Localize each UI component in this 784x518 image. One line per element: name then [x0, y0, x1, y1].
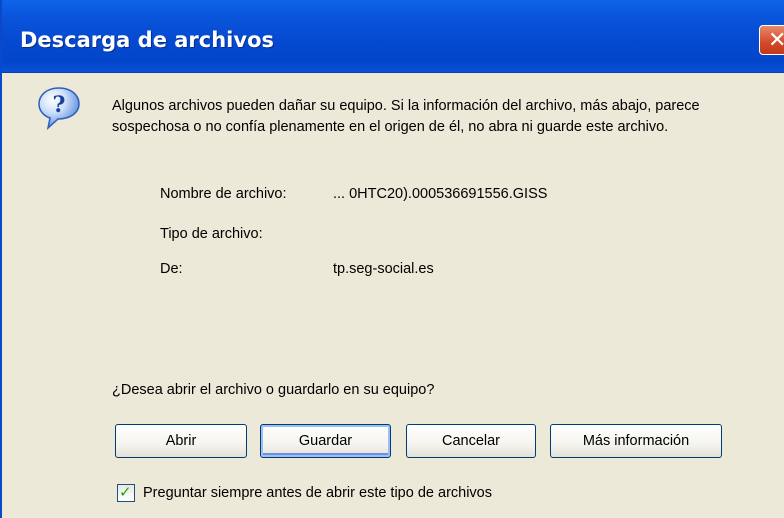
cancel-button[interactable]: Cancelar [406, 424, 536, 458]
file-name-value: ... 0HTC20).000536691556.GISS [333, 186, 548, 202]
svg-text:?: ? [53, 92, 66, 118]
checkmark-icon: ✓ [119, 483, 132, 501]
window-title: Descarga de archivos [20, 28, 274, 52]
more-info-button[interactable]: Más información [550, 424, 722, 458]
title-bar[interactable]: Descarga de archivos ✕ [2, 0, 784, 73]
question-text: ¿Desea abrir el archivo o guardarlo en s… [112, 382, 435, 398]
file-source-label: De: [160, 261, 183, 277]
file-source-value: tp.seg-social.es [333, 261, 434, 277]
close-icon: ✕ [768, 28, 784, 53]
file-type-label: Tipo de archivo: [160, 226, 263, 242]
save-button[interactable]: Guardar [260, 424, 391, 458]
file-download-dialog: Descarga de archivos ✕ ? Algunos archivo… [0, 0, 784, 518]
warning-message: Algunos archivos pueden dañar su equipo.… [112, 98, 700, 135]
always-ask-label[interactable]: Preguntar siempre antes de abrir este ti… [143, 485, 492, 501]
always-ask-checkbox[interactable]: ✓ [117, 483, 135, 502]
file-name-label: Nombre de archivo: [160, 186, 287, 202]
help-question-icon: ? [38, 87, 80, 131]
open-button[interactable]: Abrir [115, 424, 247, 458]
close-button[interactable]: ✕ [759, 25, 784, 55]
